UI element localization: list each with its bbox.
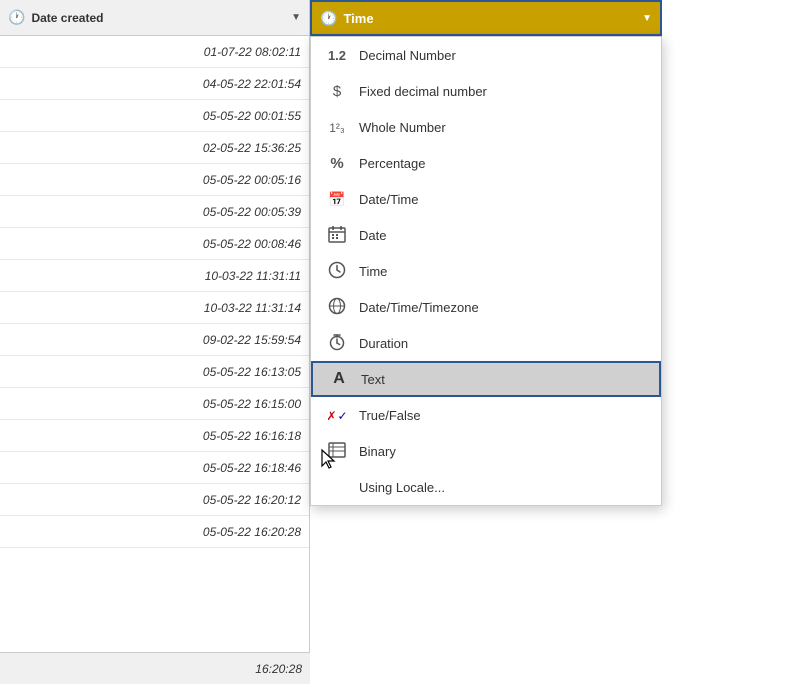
menu-item-text[interactable]: A Text xyxy=(311,361,661,397)
percentage-icon: % xyxy=(323,155,351,172)
table-row: 04-05-22 22:01:54 xyxy=(0,68,309,100)
table-row: 05-05-22 16:16:18 xyxy=(0,420,309,452)
menu-item-binary[interactable]: Binary xyxy=(311,433,661,469)
menu-item-fixed-decimal[interactable]: $ Fixed decimal number xyxy=(311,73,661,109)
cell-value: 05-05-22 16:16:18 xyxy=(203,429,301,443)
table-row: 05-05-22 00:05:16 xyxy=(0,164,309,196)
table-row: 01-07-22 08:02:11 xyxy=(0,36,309,68)
cell-value: 05-05-22 16:20:28 xyxy=(203,525,301,539)
menu-item-datetime[interactable]: 📅 Date/Time xyxy=(311,181,661,217)
cell-value: 05-05-22 00:08:46 xyxy=(203,237,301,251)
cell-value: 05-05-22 16:20:12 xyxy=(203,493,301,507)
table-row: 05-05-22 16:20:12 xyxy=(0,484,309,516)
time-column-header[interactable]: 🕐 Time ▼ xyxy=(310,0,662,36)
cell-value: 10-03-22 11:31:14 xyxy=(204,301,301,315)
percentage-label: Percentage xyxy=(359,156,649,171)
table-row: 05-05-22 16:20:28 xyxy=(0,516,309,548)
table-row: 05-05-22 00:01:55 xyxy=(0,100,309,132)
table-row: 05-05-22 16:13:05 xyxy=(0,356,309,388)
date-rows: 01-07-22 08:02:11 04-05-22 22:01:54 05-05-… xyxy=(0,36,309,548)
truefalse-icon: ✗✓ xyxy=(323,407,351,423)
fixed-decimal-icon: $ xyxy=(323,83,351,100)
duration-label: Duration xyxy=(359,336,649,351)
date-column: 🕐 Date created ▼ 01-07-22 08:02:11 04-05-… xyxy=(0,0,310,684)
menu-item-datetime-timezone[interactable]: Date/Time/Timezone xyxy=(311,289,661,325)
cell-value: 09-02-22 15:59:54 xyxy=(203,333,301,347)
datetime-label: Date/Time xyxy=(359,192,649,207)
cell-value: 10-03-22 11:31:11 xyxy=(205,269,301,283)
decimal-label: Decimal Number xyxy=(359,48,649,63)
cell-value: 05-05-22 16:15:00 xyxy=(203,397,301,411)
date-icon: 🕐 xyxy=(8,9,25,26)
whole-number-label: Whole Number xyxy=(359,120,649,135)
time-icon xyxy=(323,261,351,282)
table-row: 05-05-22 00:08:46 xyxy=(0,228,309,260)
duration-icon xyxy=(323,333,351,354)
menu-item-whole-number[interactable]: 1²₃ Whole Number xyxy=(311,109,661,145)
text-icon: A xyxy=(325,370,353,388)
footer-value: 16:20:28 xyxy=(255,662,302,676)
type-dropdown-menu: 1.2 Decimal Number $ Fixed decimal number 1²… xyxy=(310,36,662,506)
menu-item-time[interactable]: Time xyxy=(311,253,661,289)
fixed-decimal-label: Fixed decimal number xyxy=(359,84,649,99)
cell-value: 04-05-22 22:01:54 xyxy=(203,77,301,91)
date-column-label: Date created xyxy=(31,11,291,25)
datetime-timezone-label: Date/Time/Timezone xyxy=(359,300,649,315)
table-row: 02-05-22 15:36:25 xyxy=(0,132,309,164)
table-row: 09-02-22 15:59:54 xyxy=(0,324,309,356)
locale-label: Using Locale... xyxy=(359,480,649,495)
table-row: 10-03-22 11:31:11 xyxy=(0,260,309,292)
time-column-label: Time xyxy=(343,11,642,26)
time-dropdown-arrow[interactable]: ▼ xyxy=(642,13,652,24)
time-icon: 🕐 xyxy=(320,10,337,27)
date-dropdown-arrow[interactable]: ▼ xyxy=(291,12,301,23)
menu-item-date[interactable]: Date xyxy=(311,217,661,253)
text-label: Text xyxy=(361,372,647,387)
table-row: 05-05-22 16:18:46 xyxy=(0,452,309,484)
cell-value: 05-05-22 00:05:16 xyxy=(203,173,301,187)
binary-icon xyxy=(323,441,351,462)
menu-item-percentage[interactable]: % Percentage xyxy=(311,145,661,181)
cell-value: 05-05-22 00:05:39 xyxy=(203,205,301,219)
menu-item-truefalse[interactable]: ✗✓ True/False xyxy=(311,397,661,433)
time-label: Time xyxy=(359,264,649,279)
table-row: 10-03-22 11:31:14 xyxy=(0,292,309,324)
menu-item-locale[interactable]: Using Locale... xyxy=(311,469,661,505)
datetime-icon: 📅 xyxy=(323,191,351,208)
menu-item-decimal[interactable]: 1.2 Decimal Number xyxy=(311,37,661,73)
cell-value: 05-05-22 16:13:05 xyxy=(203,365,301,379)
date-label: Date xyxy=(359,228,649,243)
cell-value: 05-05-22 00:01:55 xyxy=(203,109,301,123)
cell-value: 02-05-22 15:36:25 xyxy=(203,141,301,155)
cell-value: 05-05-22 16:18:46 xyxy=(203,461,301,475)
date-footer: 16:20:28 xyxy=(0,652,310,684)
binary-label: Binary xyxy=(359,444,649,459)
truefalse-label: True/False xyxy=(359,408,649,423)
table-row: 05-05-22 00:05:39 xyxy=(0,196,309,228)
date-column-header[interactable]: 🕐 Date created ▼ xyxy=(0,0,309,36)
cell-value: 01-07-22 08:02:11 xyxy=(204,45,301,59)
menu-item-duration[interactable]: Duration xyxy=(311,325,661,361)
date-icon xyxy=(323,225,351,246)
datetime-timezone-icon xyxy=(323,297,351,318)
decimal-icon: 1.2 xyxy=(323,47,351,63)
whole-number-icon: 1²₃ xyxy=(323,119,351,135)
table-row: 05-05-22 16:15:00 xyxy=(0,388,309,420)
